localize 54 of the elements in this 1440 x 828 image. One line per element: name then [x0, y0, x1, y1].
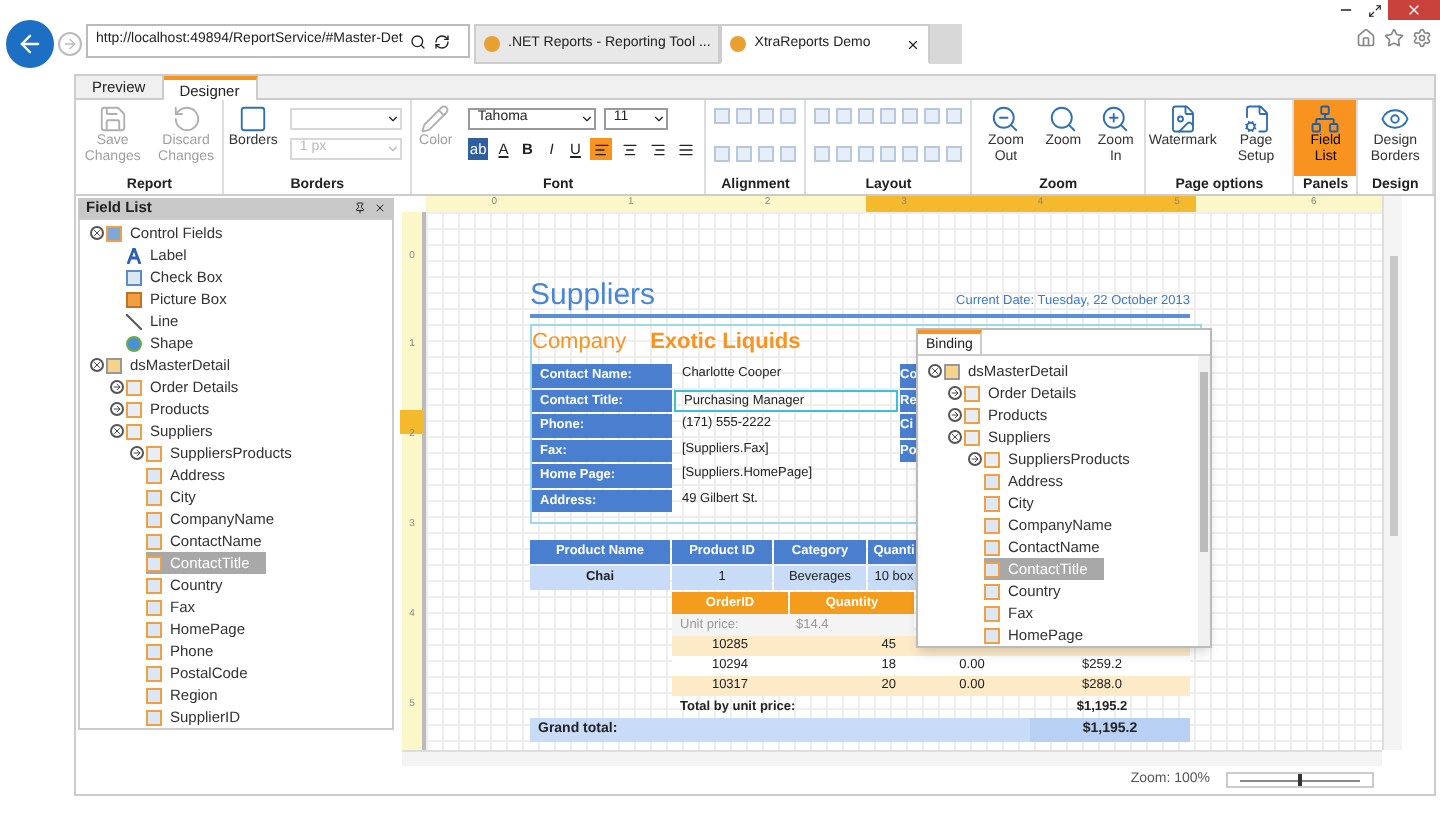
- group-icon: [106, 225, 122, 241]
- settings-icon[interactable]: [1412, 28, 1432, 48]
- company-name: Exotic Liquids: [650, 327, 801, 358]
- close-icon[interactable]: [374, 202, 386, 214]
- dropdown-icon: [651, 112, 666, 126]
- expand-toggle[interactable]: [947, 386, 961, 400]
- align-icon: [677, 141, 694, 157]
- dataset-icon: [106, 357, 122, 373]
- align-button[interactable]: [590, 138, 613, 160]
- expand-toggle[interactable]: [89, 226, 103, 240]
- slider-thumb[interactable]: [1297, 774, 1302, 786]
- close-icon[interactable]: [906, 37, 921, 51]
- refresh-icon: [434, 33, 451, 49]
- line-icon: [126, 313, 142, 329]
- expand-toggle[interactable]: [947, 408, 961, 422]
- expand-toggle[interactable]: [927, 364, 941, 378]
- pencil-icon: [420, 104, 451, 134]
- expand-toggle[interactable]: [129, 446, 143, 460]
- eye-icon: [1380, 104, 1411, 134]
- company-label: Company: [532, 327, 627, 358]
- ruler-highlight: [400, 410, 424, 434]
- borders-icon: [238, 104, 269, 134]
- zoom-out-icon: [990, 104, 1021, 134]
- dropdown-icon: [579, 112, 594, 126]
- expand-toggle[interactable]: [109, 402, 123, 416]
- hierarchy-icon: [1310, 104, 1341, 134]
- page-gear-icon: [1241, 104, 1272, 134]
- dataset-icon: [944, 363, 960, 379]
- dropdown-icon: [385, 112, 400, 126]
- dropdown-icon: [385, 142, 400, 156]
- align-icon: [593, 141, 610, 157]
- expand-toggle[interactable]: [109, 424, 123, 438]
- picture-icon: [126, 291, 142, 307]
- align-icon: [649, 141, 666, 157]
- expand-toggle[interactable]: [89, 358, 103, 372]
- pin-icon[interactable]: [354, 202, 366, 214]
- letter-a-icon: [126, 247, 142, 263]
- save-icon: [97, 104, 128, 134]
- forward-icon[interactable]: [58, 32, 82, 56]
- home-icon[interactable]: [1356, 28, 1376, 48]
- report-title: Suppliers: [530, 280, 656, 312]
- shape-icon: [126, 335, 142, 351]
- expand-toggle[interactable]: [109, 380, 123, 394]
- undo-icon: [171, 104, 202, 134]
- expand-toggle[interactable]: [947, 430, 961, 444]
- star-icon[interactable]: [1384, 28, 1404, 48]
- checkbox-icon: [126, 269, 142, 285]
- zoom-slider[interactable]: [1226, 772, 1374, 788]
- search-icon: [410, 33, 427, 49]
- align-icon: [621, 141, 638, 157]
- back-button[interactable]: [6, 20, 54, 68]
- search-icon: [1048, 104, 1079, 134]
- expand-toggle[interactable]: [967, 452, 981, 466]
- zoom-in-icon: [1100, 104, 1131, 134]
